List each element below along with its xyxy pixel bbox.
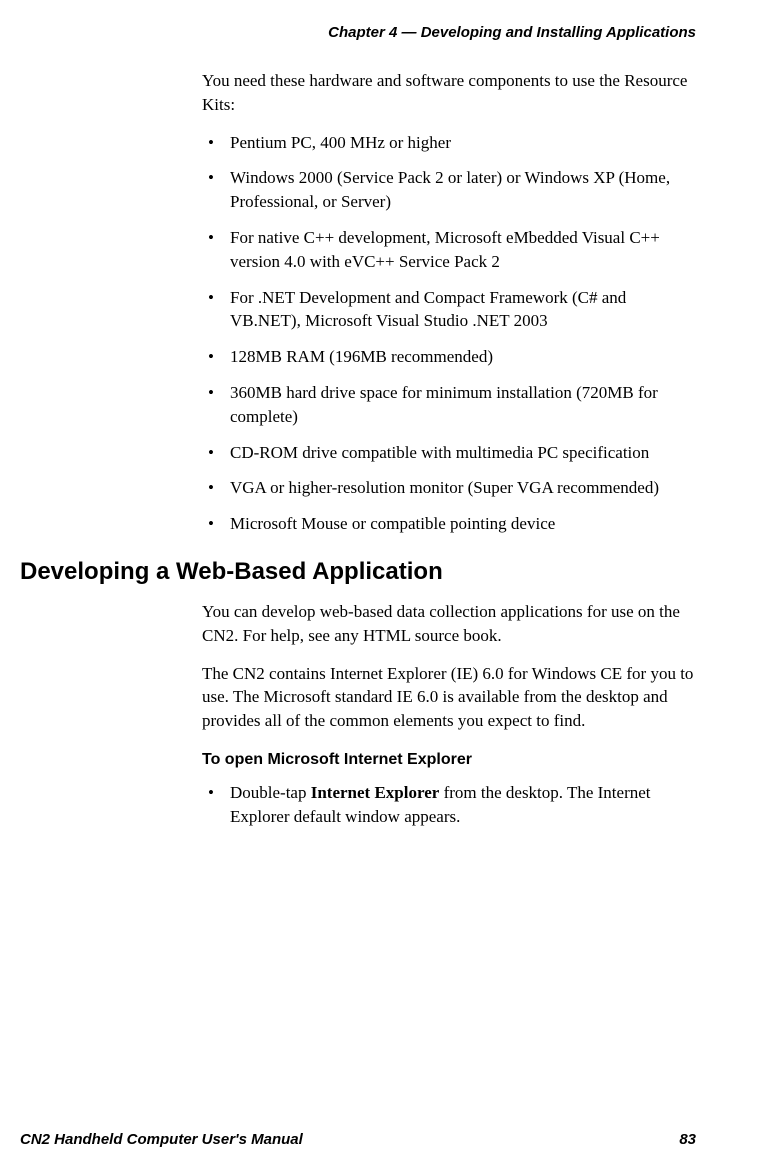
list-item: For native C++ development, Microsoft eM… bbox=[202, 226, 696, 274]
content-area: You need these hardware and software com… bbox=[202, 69, 696, 536]
section-content: You can develop web-based data collectio… bbox=[202, 600, 696, 829]
list-item: 128MB RAM (196MB recommended) bbox=[202, 345, 696, 369]
requirements-list: Pentium PC, 400 MHz or higher Windows 20… bbox=[202, 131, 696, 536]
intro-paragraph: You need these hardware and software com… bbox=[202, 69, 696, 117]
step-text-bold: Internet Explorer bbox=[311, 783, 440, 802]
chapter-title: Chapter 4 — Developing and Installing Ap… bbox=[328, 24, 696, 41]
list-item: 360MB hard drive space for minimum insta… bbox=[202, 381, 696, 429]
list-item: For .NET Development and Compact Framewo… bbox=[202, 286, 696, 334]
list-item: Microsoft Mouse or compatible pointing d… bbox=[202, 512, 696, 536]
page-header: Chapter 4 — Developing and Installing Ap… bbox=[20, 24, 696, 41]
list-item: Pentium PC, 400 MHz or higher bbox=[202, 131, 696, 155]
step-item: Double-tap Internet Explorer from the de… bbox=[202, 781, 696, 829]
list-item: VGA or higher-resolution monitor (Super … bbox=[202, 476, 696, 500]
section-para2: The CN2 contains Internet Explorer (IE) … bbox=[202, 662, 696, 733]
section-heading: Developing a Web-Based Application bbox=[20, 558, 696, 586]
list-item: CD-ROM drive compatible with multimedia … bbox=[202, 441, 696, 465]
page-number: 83 bbox=[679, 1131, 696, 1148]
sub-heading: To open Microsoft Internet Explorer bbox=[202, 751, 696, 769]
section-para1: You can develop web-based data collectio… bbox=[202, 600, 696, 648]
page-footer: CN2 Handheld Computer User's Manual 83 bbox=[20, 1131, 696, 1148]
step-text-prefix: Double-tap bbox=[230, 783, 311, 802]
steps-list: Double-tap Internet Explorer from the de… bbox=[202, 781, 696, 829]
list-item: Windows 2000 (Service Pack 2 or later) o… bbox=[202, 166, 696, 214]
manual-title: CN2 Handheld Computer User's Manual bbox=[20, 1131, 303, 1148]
